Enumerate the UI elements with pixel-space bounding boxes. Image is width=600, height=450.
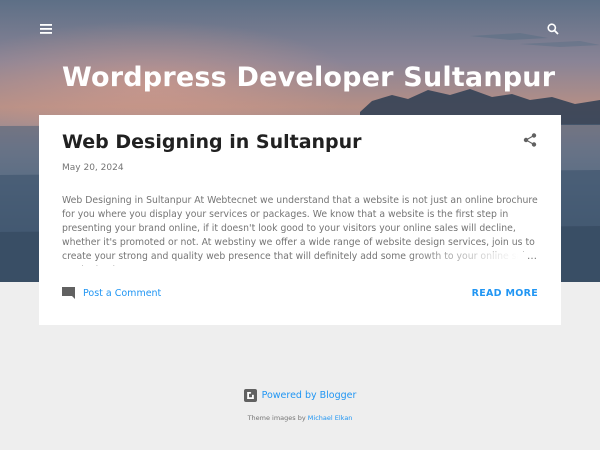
- menu-button[interactable]: [36, 19, 56, 39]
- blog-title[interactable]: Wordpress Developer Sultanpur: [62, 62, 555, 93]
- search-button[interactable]: [543, 19, 563, 39]
- powered-by-blogger-link[interactable]: Powered by Blogger: [0, 389, 600, 402]
- post-title[interactable]: Web Designing in Sultanpur: [62, 131, 362, 153]
- hamburger-menu-icon: [40, 24, 52, 34]
- theme-credits-author-link[interactable]: Michael Elkan: [308, 414, 353, 422]
- post-card: Web Designing in Sultanpur May 20, 2024 …: [39, 115, 561, 325]
- post-snippet: Web Designing in Sultanpur At Webtecnet …: [62, 194, 538, 266]
- post-comment-link[interactable]: Post a Comment: [62, 287, 161, 299]
- post-comment-label: Post a Comment: [83, 287, 162, 299]
- share-button[interactable]: [523, 132, 539, 148]
- share-icon: [523, 133, 537, 147]
- snippet-ellipsis: …: [527, 251, 537, 262]
- blogger-icon: [243, 389, 257, 402]
- read-more-button[interactable]: READ MORE: [472, 288, 538, 299]
- theme-credits: Theme images by Michael Elkan: [0, 414, 600, 422]
- search-icon: [547, 23, 559, 35]
- theme-credits-prefix: Theme images by: [247, 414, 308, 422]
- powered-by-label: Powered by Blogger: [261, 390, 357, 401]
- comment-icon: [62, 287, 75, 299]
- post-date: May 20, 2024: [62, 163, 124, 173]
